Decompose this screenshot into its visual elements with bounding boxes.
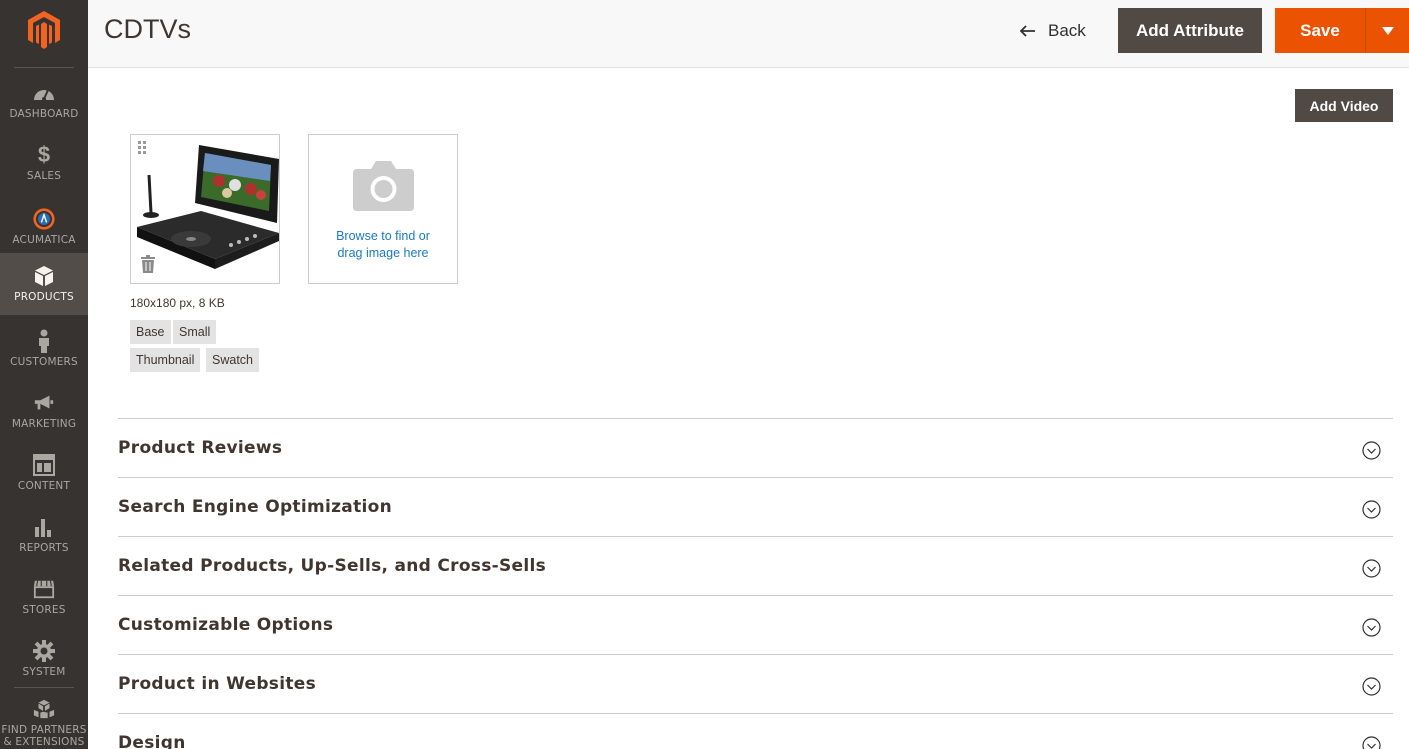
save-options-toggle[interactable] <box>1365 8 1409 53</box>
chevron-down-circle-icon[interactable] <box>1362 559 1381 578</box>
chevron-down-circle-icon[interactable] <box>1362 618 1381 637</box>
section-customizable-options[interactable]: Customizable Options <box>118 595 1393 654</box>
section-seo[interactable]: Search Engine Optimization <box>118 477 1393 536</box>
sidebar-item-label: FIND PARTNERS <box>1 724 87 736</box>
sidebar-item-dashboard[interactable]: DASHBOARD <box>0 70 88 132</box>
sidebar-item-find-partners[interactable]: FIND PARTNERS & EXTENSIONS <box>0 692 88 749</box>
upload-instruction-line1: Browse to find or <box>336 229 430 243</box>
sidebar-item-sales[interactable]: $ SALES <box>0 132 88 194</box>
sidebar-item-products[interactable]: PRODUCTS <box>0 253 88 315</box>
sidebar-item-reports[interactable]: REPORTS <box>0 504 88 566</box>
sidebar-item-content[interactable]: CONTENT <box>0 442 88 504</box>
magento-logo-icon <box>28 11 60 49</box>
back-button[interactable]: Back <box>1020 18 1086 44</box>
section-title: Product in Websites <box>118 674 317 694</box>
box-icon <box>33 265 55 287</box>
section-product-in-websites[interactable]: Product in Websites <box>118 654 1393 713</box>
person-icon <box>33 329 55 353</box>
save-button[interactable]: Save <box>1275 8 1365 53</box>
image-role-badge: Small <box>173 320 217 344</box>
gear-icon <box>33 640 55 662</box>
sidebar-item-system[interactable]: SYSTEM <box>0 628 88 690</box>
chevron-down-circle-icon[interactable] <box>1362 441 1381 460</box>
section-product-reviews[interactable]: Product Reviews <box>118 418 1393 477</box>
page-title: CDTVs <box>104 14 191 44</box>
section-title: Related Products, Up-Sells, and Cross-Se… <box>118 556 547 576</box>
divider <box>14 687 74 688</box>
chevron-down-circle-icon[interactable] <box>1362 736 1381 749</box>
sidebar-item-customers[interactable]: CUSTOMERS <box>0 318 88 380</box>
section-title: Design <box>118 733 186 749</box>
sidebar-item-label: SALES <box>26 170 62 182</box>
section-design[interactable]: Design <box>118 713 1393 749</box>
image-upload-dropzone[interactable]: Browse to find or drag image here <box>308 134 458 284</box>
cubes-icon <box>33 698 55 720</box>
trash-icon[interactable] <box>140 255 156 273</box>
divider <box>14 67 74 68</box>
layout-icon <box>33 454 55 476</box>
sidebar-item-label: DASHBOARD <box>9 108 79 120</box>
arrow-left-icon <box>1020 25 1035 37</box>
section-title: Product Reviews <box>118 438 283 458</box>
admin-sidebar: DASHBOARD $ SALES ACUMATICA PRODUCTS CUS… <box>0 0 88 749</box>
sidebar-item-stores[interactable]: STORES <box>0 566 88 628</box>
dashboard-icon <box>33 82 55 104</box>
chevron-down-circle-icon[interactable] <box>1362 677 1381 696</box>
chevron-down-circle-icon[interactable] <box>1362 500 1381 519</box>
portable-dvd-player-image <box>137 145 279 269</box>
sidebar-item-label: & EXTENSIONS <box>3 736 85 748</box>
page-header: CDTVs Back Add Attribute Save <box>88 0 1409 68</box>
sidebar-item-label: CONTENT <box>17 480 71 492</box>
sidebar-item-label: PRODUCTS <box>14 291 74 303</box>
acumatica-icon <box>33 208 55 230</box>
sidebar-item-label: CUSTOMERS <box>10 356 78 368</box>
add-video-button[interactable]: Add Video <box>1295 89 1393 122</box>
section-title: Customizable Options <box>118 615 334 635</box>
megaphone-icon <box>33 392 55 414</box>
image-role-badge: Thumbnail <box>130 348 201 372</box>
section-related-products[interactable]: Related Products, Up-Sells, and Cross-Se… <box>118 536 1393 595</box>
image-role-badge: Swatch <box>206 348 259 372</box>
sidebar-item-label: SYSTEM <box>22 666 66 678</box>
sidebar-item-acumatica[interactable]: ACUMATICA <box>0 196 88 258</box>
sidebar-item-label: STORES <box>22 604 66 616</box>
sidebar-item-label: MARKETING <box>11 418 77 430</box>
bar-chart-icon <box>33 516 55 538</box>
sidebar-item-label: ACUMATICA <box>12 234 76 246</box>
upload-instruction-line2: drag image here <box>337 246 429 260</box>
product-image-thumbnail[interactable] <box>130 134 280 284</box>
image-role-badge: Base <box>130 320 171 344</box>
storefront-icon <box>33 578 55 600</box>
sidebar-item-label: REPORTS <box>19 542 69 554</box>
dollar-icon: $ <box>37 142 51 167</box>
camera-icon <box>353 161 414 211</box>
image-size-info: 180x180 px, 8 KB <box>130 296 225 310</box>
back-label: Back <box>1048 21 1086 40</box>
chevron-down-icon <box>1381 26 1394 35</box>
section-title: Search Engine Optimization <box>118 497 393 517</box>
magento-logo[interactable] <box>0 0 88 60</box>
add-attribute-button[interactable]: Add Attribute <box>1118 8 1262 53</box>
sidebar-item-marketing[interactable]: MARKETING <box>0 380 88 442</box>
